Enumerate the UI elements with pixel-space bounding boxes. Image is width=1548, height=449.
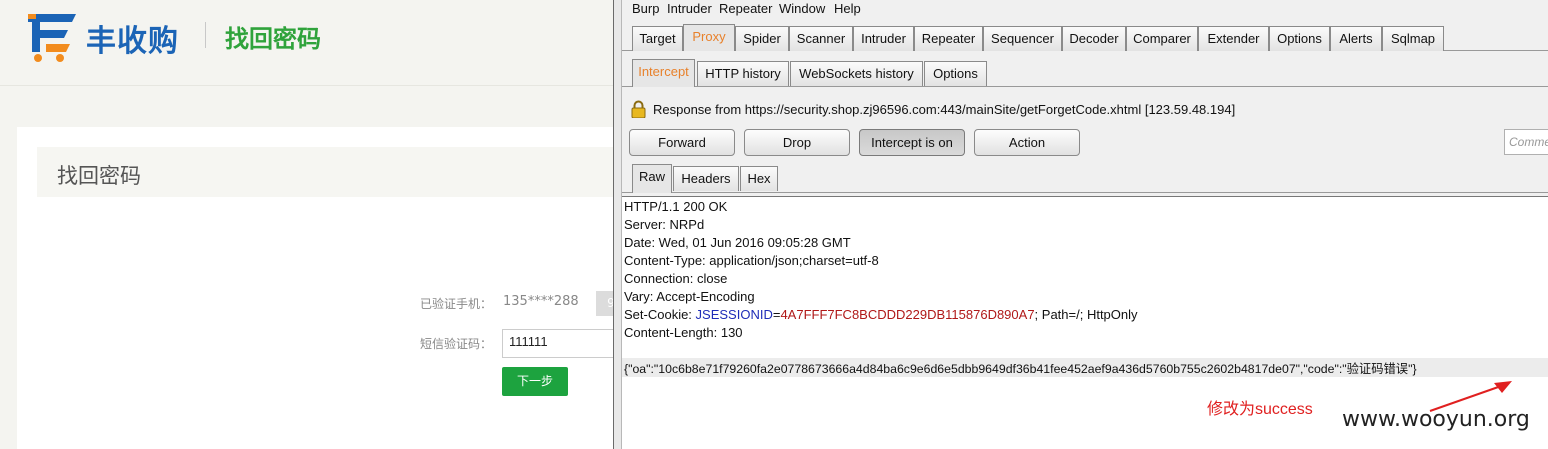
tab-comparer[interactable]: Comparer [1126,26,1198,51]
tab-alerts[interactable]: Alerts [1330,26,1382,51]
menu-repeater[interactable]: Repeater [719,1,772,16]
window-splitter[interactable] [613,0,622,449]
header-title: 找回密码 [225,25,321,53]
message-view-tabs: Raw Headers Hex [622,164,1548,193]
sms-code-input[interactable]: 111111 [502,329,614,358]
tab-headers[interactable]: Headers [673,166,739,191]
response-editor[interactable]: HTTP/1.1 200 OK Server: NRPd Date: Wed, … [622,196,1548,449]
tab-decoder[interactable]: Decoder [1062,26,1126,51]
brand-name: 丰收购 [86,24,179,59]
tab-proxy[interactable]: Proxy [683,24,735,51]
shopping-cart-logo-icon [28,14,76,62]
menu-bar: Burp Intruder Repeater Window Help [622,0,1548,19]
tab-intruder[interactable]: Intruder [853,26,914,51]
drop-button[interactable]: Drop [744,129,850,156]
cookie-value: 4A7FFF7FC8BCDDD229DB115876D890A7 [780,307,1035,322]
cookie-prefix: Set-Cookie: [624,307,696,322]
code-label: 短信验证码： [420,337,493,351]
tab-target[interactable]: Target [632,26,683,51]
tab-spider[interactable]: Spider [735,26,789,51]
tab-scanner[interactable]: Scanner [789,26,853,51]
comment-field[interactable]: Comment [1504,129,1548,155]
cookie-name: JSESSIONID [695,307,773,322]
annotation-text: 修改为success [1207,401,1313,418]
intercept-toggle-button[interactable]: Intercept is on [859,129,965,156]
tab-repeater[interactable]: Repeater [914,26,983,51]
cookie-suffix: ; Path=/; HttpOnly [1034,307,1138,322]
response-source-text: Response from https://security.shop.zj96… [653,102,1236,117]
action-button[interactable]: Action [974,129,1080,156]
tab-websockets-history[interactable]: WebSockets history [790,61,923,86]
tab-options[interactable]: Options [1269,26,1330,51]
main-tabs: Target Proxy Spider Scanner Intruder Rep… [622,24,1548,51]
menu-burp[interactable]: Burp [632,1,659,16]
header-connection: Connection: close [624,271,728,286]
phone-value: 135****288 [503,294,579,309]
tab-http-history[interactable]: HTTP history [697,61,789,86]
web-page: 丰收购 找回密码 找回密码 已验证手机： 135****288 9 短信验证码：… [0,0,614,449]
menu-intruder[interactable]: Intruder [667,1,712,16]
tab-intercept[interactable]: Intercept [632,59,695,87]
next-step-button[interactable]: 下一步 [502,367,568,396]
card-title: 找回密码 [57,164,141,188]
tab-sqlmap[interactable]: Sqlmap [1382,26,1444,51]
header-server: Server: NRPd [624,217,705,232]
watermark: www.wooyun.org [1342,407,1530,432]
tab-proxy-options[interactable]: Options [924,61,987,86]
proxy-tabs: Intercept HTTP history WebSockets histor… [622,59,1548,87]
header-vary: Vary: Accept-Encoding [624,289,755,304]
header-content-length: Content-Length: 130 [624,325,743,340]
forward-button[interactable]: Forward [629,129,735,156]
tab-hex[interactable]: Hex [740,166,778,191]
site-header: 丰收购 找回密码 [0,0,614,86]
menu-window[interactable]: Window [779,1,825,16]
phone-label: 已验证手机： [420,297,493,311]
header-set-cookie: Set-Cookie: JSESSIONID=4A7FFF7FC8BCDDD22… [624,307,1138,322]
tab-raw[interactable]: Raw [632,164,672,193]
header-date: Date: Wed, 01 Jun 2016 09:05:28 GMT [624,235,851,250]
tab-sequencer[interactable]: Sequencer [983,26,1062,51]
tab-extender[interactable]: Extender [1198,26,1269,51]
menu-help[interactable]: Help [834,1,861,16]
header-divider [205,22,206,48]
screenshot-root: 丰收购 找回密码 找回密码 已验证手机： 135****288 9 短信验证码：… [0,0,1548,449]
burp-suite-window: Burp Intruder Repeater Window Help Targe… [622,0,1548,449]
send-code-button[interactable]: 9 [596,291,614,316]
status-line: HTTP/1.1 200 OK [624,199,728,214]
response-body: {"oa":"10c6b8e71f79260fa2e0778673666a4d8… [624,362,1417,376]
header-content-type: Content-Type: application/json;charset=u… [624,253,879,268]
response-source-line: Response from https://security.shop.zj96… [631,99,1541,119]
lock-icon [631,100,646,118]
